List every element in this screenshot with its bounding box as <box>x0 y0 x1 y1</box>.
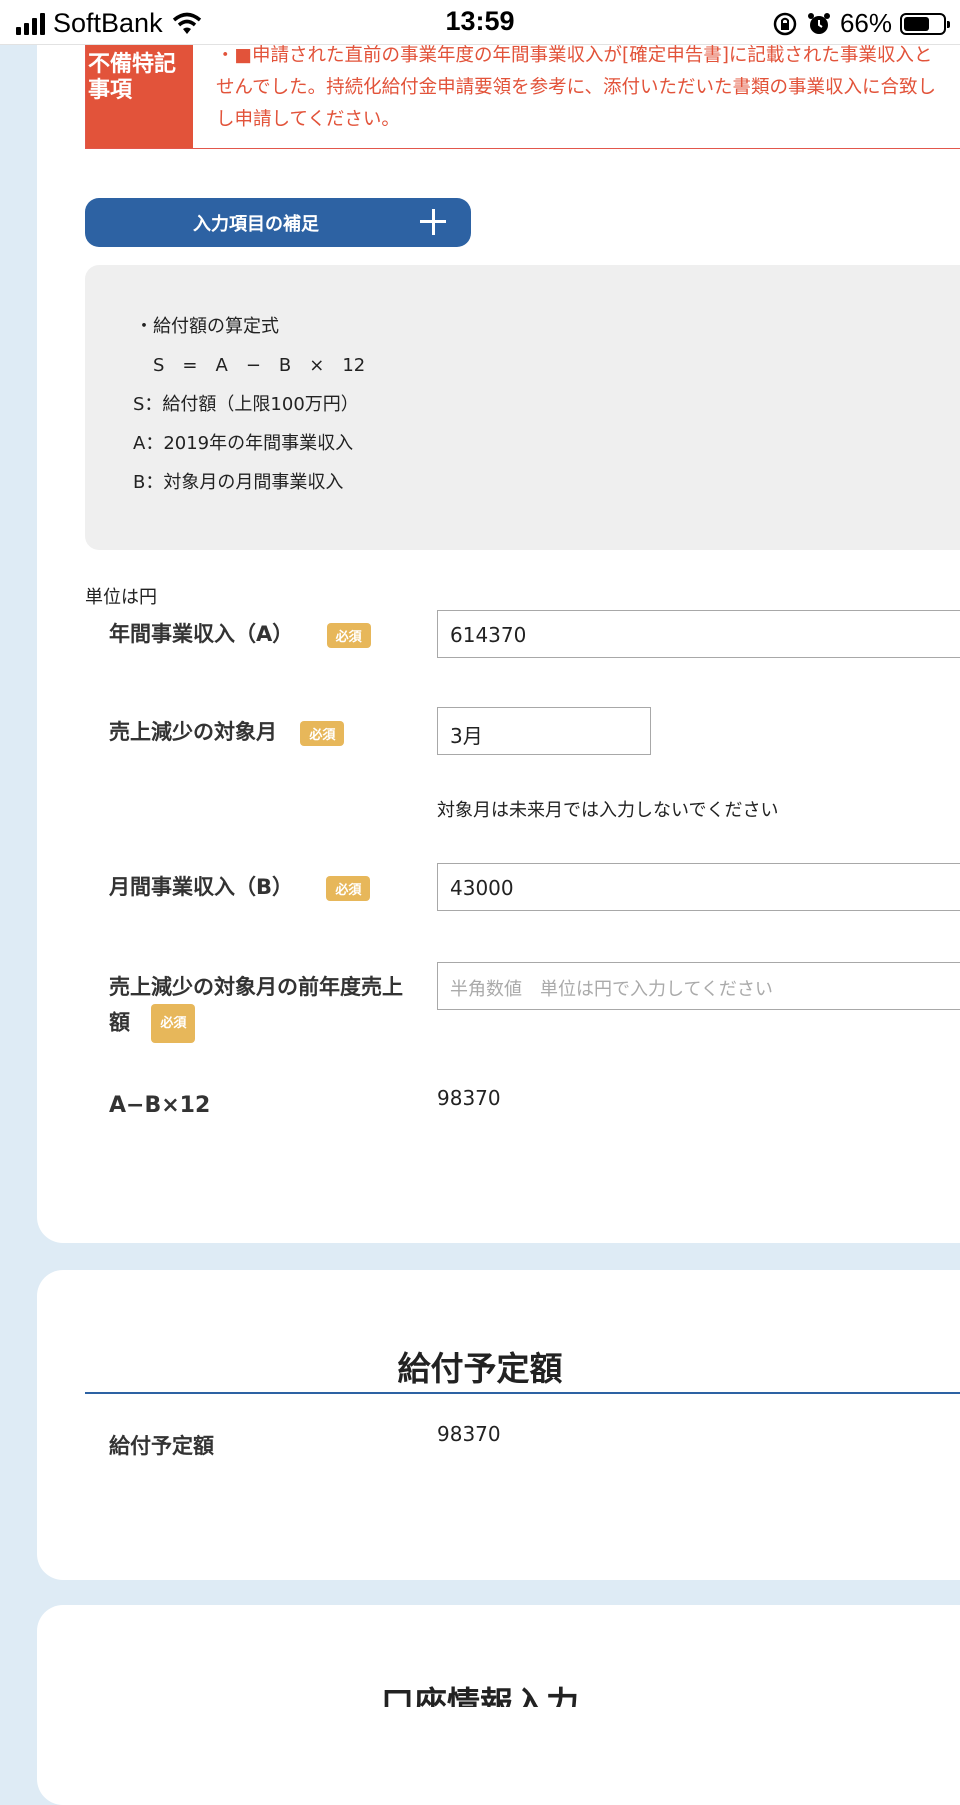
formula-box: ・給付額の算定式 S = A − B × 12 S：給付額（上限100万円） A… <box>85 265 960 550</box>
monthly-income-input[interactable]: 43000 <box>437 863 960 911</box>
deficiency-notice: 不備特記事項 ・■申請された直前の事業年度の年間事業収入が[確定申告書]に記載さ… <box>85 44 960 149</box>
section-divider <box>85 1392 960 1394</box>
required-badge: 必須 <box>300 720 345 746</box>
monthly-income-label-text: 月間事業収入（B） <box>109 875 294 899</box>
target-month-label: 売上減少の対象月 必須 <box>109 716 345 746</box>
input-supplement-button[interactable]: 入力項目の補足 <box>85 198 471 247</box>
payment-label: 給付予定額 <box>109 1434 214 1458</box>
annual-income-input[interactable]: 614370 <box>437 610 960 658</box>
target-month-select[interactable]: 3月 <box>437 707 651 755</box>
alarm-icon <box>807 12 830 34</box>
prev-year-sales-label: 売上減少の対象月の前年度売上 額 必須 <box>109 971 403 1043</box>
annual-income-label: 年間事業収入（A） 必須 <box>109 618 371 648</box>
payment-section-title: 給付予定額 <box>397 1349 563 1388</box>
status-bar: SoftBank 13:59 66% <box>0 0 960 45</box>
notice-label: 不備特記事項 <box>86 44 193 148</box>
prev-year-sales-label-line1: 売上減少の対象月の前年度売上 <box>109 975 403 999</box>
target-month-note: 対象月は未来月では入力しないでください <box>437 800 779 821</box>
notice-line: せんでした。持続化給付金申請要領を参考に、添付いただいた書類の事業収入に合致し <box>216 77 937 98</box>
notice-line: し申請してください。 <box>216 109 400 130</box>
calc-value: 98370 <box>437 1086 501 1110</box>
battery-icon <box>900 12 950 35</box>
payment-value: 98370 <box>437 1422 501 1446</box>
required-badge: 必須 <box>326 875 371 901</box>
battery-percent: 66% <box>839 8 892 38</box>
annual-income-label-text: 年間事業収入（A） <box>109 622 294 646</box>
prev-year-sales-input[interactable]: 半角数値 単位は円で入力してください <box>437 962 960 1010</box>
notice-text: ・■申請された直前の事業年度の年間事業収入が[確定申告書]に記載された事業収入と… <box>216 40 960 136</box>
unit-note: 単位は円 <box>85 587 157 608</box>
required-badge: 必須 <box>151 1004 196 1043</box>
supplement-button-label: 入力項目の補足 <box>193 214 319 235</box>
monthly-income-label: 月間事業収入（B） 必須 <box>109 871 371 901</box>
formula-expression: S = A − B × 12 <box>153 355 366 376</box>
formula-a: A：2019年の年間事業収入 <box>133 433 354 454</box>
orientation-lock-icon <box>773 12 797 35</box>
account-section-title: 口座情報入力 <box>381 1684 579 1707</box>
target-month-label-text: 売上減少の対象月 <box>109 720 277 744</box>
prev-year-sales-label-line2: 額 <box>109 1010 130 1035</box>
required-badge: 必須 <box>326 622 371 648</box>
formula-title: ・給付額の算定式 <box>135 316 279 337</box>
calc-label: A−B×12 <box>109 1093 211 1118</box>
formula-s: S：給付額（上限100万円） <box>133 394 359 415</box>
formula-b: B：対象月の月間事業収入 <box>133 472 344 493</box>
